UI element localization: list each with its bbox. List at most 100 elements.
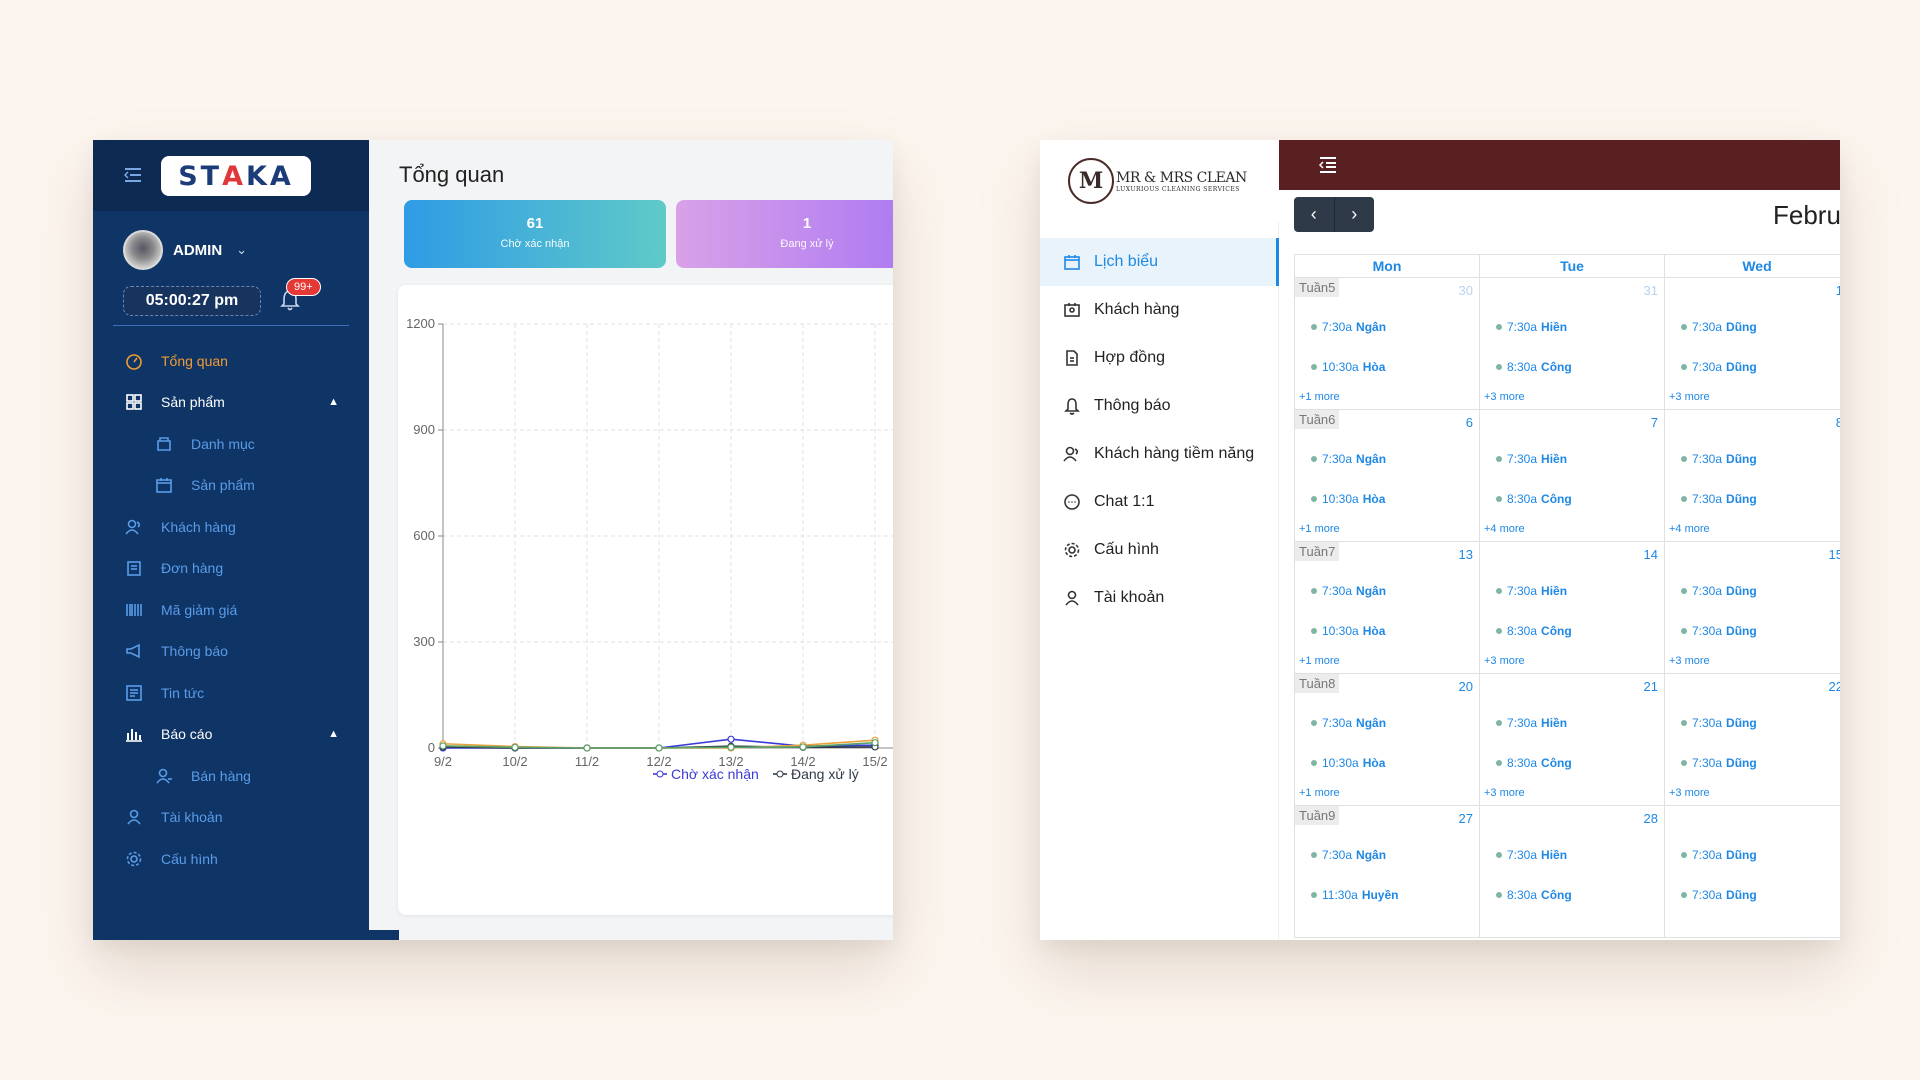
calendar-event[interactable]: 7:30a Ngân <box>1311 848 1386 862</box>
day-cell[interactable]: 7:30a Dũng 7:30a Dũng <box>1664 806 1840 938</box>
stat-card-processing[interactable]: 1 Đang xử lý <box>676 200 893 268</box>
more-events-link[interactable]: +3 more <box>1484 391 1525 403</box>
day-cell[interactable]: 8 7:30a Dũng 7:30a Dũng +4 more <box>1664 410 1840 542</box>
calendar-event[interactable]: 7:30a Dũng <box>1681 888 1757 902</box>
day-cell[interactable]: 15 7:30a Dũng 7:30a Dũng +3 more <box>1664 542 1840 674</box>
more-events-link[interactable]: +3 more <box>1669 787 1710 799</box>
sidebar-item[interactable]: Đơn hàng <box>93 548 369 590</box>
week-row: Tuần7 13 7:30a Ngân 10:30a Hòa +1 more 14 7:30a H… <box>1294 542 1840 674</box>
sidebar-item-label: Báo cáo <box>161 726 213 743</box>
menu-toggle-icon[interactable] <box>123 165 143 185</box>
calendar-event[interactable]: 11:30a Huyền <box>1311 888 1399 902</box>
calendar-event[interactable]: 8:30a Công <box>1496 492 1572 506</box>
sidebar-item-label: Sản phẩm <box>161 394 225 411</box>
more-events-link[interactable]: +1 more <box>1299 655 1340 667</box>
calendar-event[interactable]: 7:30a Ngân <box>1311 320 1386 334</box>
sidebar-item[interactable]: Cấu hình <box>93 838 369 880</box>
calendar-event[interactable]: 7:30a Dũng <box>1681 320 1757 334</box>
sidebar-item[interactable]: Bán hàng <box>93 755 369 797</box>
sidebar-item[interactable]: Lịch biểu <box>1040 238 1279 286</box>
calendar-event[interactable]: 7:30a Dũng <box>1681 360 1757 374</box>
sidebar-item[interactable]: Mã giảm giá <box>93 589 369 631</box>
user-menu[interactable]: ADMIN ⌄ <box>123 230 247 270</box>
calendar-event[interactable]: 8:30a Công <box>1496 360 1572 374</box>
day-cell[interactable]: 31 7:30a Hiền 8:30a Công +3 more <box>1479 278 1664 410</box>
sidebar-item[interactable]: Tài khoản <box>1040 574 1278 622</box>
more-events-link[interactable]: +3 more <box>1669 391 1710 403</box>
day-cell[interactable]: 28 7:30a Hiền 8:30a Công <box>1479 806 1664 938</box>
calendar-event[interactable]: 7:30a Dũng <box>1681 624 1757 638</box>
event-dot <box>1681 852 1687 858</box>
more-events-link[interactable]: +3 more <box>1484 787 1525 799</box>
day-cell[interactable]: Tuần6 6 7:30a Ngân 10:30a Hòa +1 more <box>1294 410 1479 542</box>
sidebar-item[interactable]: Sản phẩm <box>93 465 369 507</box>
sidebar-item[interactable]: Cấu hình <box>1040 526 1278 574</box>
sidebar-item[interactable]: Thông báo <box>1040 382 1278 430</box>
calendar-event[interactable]: 8:30a Công <box>1496 888 1572 902</box>
calendar-event[interactable]: 10:30a Hòa <box>1311 624 1385 638</box>
mr-mrs-clean-logo[interactable]: M MR & MRS CLEAN LUXURIOUS CLEANING SERV… <box>1040 140 1279 222</box>
scrollbar[interactable] <box>369 930 399 940</box>
date-number: 1 <box>1835 283 1840 298</box>
day-cell[interactable]: 14 7:30a Hiền 8:30a Công +3 more <box>1479 542 1664 674</box>
calendar-event[interactable]: 7:30a Dũng <box>1681 756 1757 770</box>
sidebar-item[interactable]: Thông báo <box>93 631 369 673</box>
calendar-icon <box>1062 252 1082 272</box>
next-month-button[interactable]: › <box>1335 197 1375 232</box>
sidebar-item[interactable]: Hợp đồng <box>1040 334 1278 382</box>
calendar-event[interactable]: 7:30a Hiền <box>1496 584 1567 598</box>
megaphone-icon <box>123 640 145 662</box>
calendar-event[interactable]: 7:30a Dũng <box>1681 716 1757 730</box>
sidebar-item[interactable]: Khách hàng <box>93 506 369 548</box>
prev-month-button[interactable]: ‹ <box>1294 197 1335 232</box>
day-cell[interactable]: 21 7:30a Hiền 8:30a Công +3 more <box>1479 674 1664 806</box>
calendar-event[interactable]: 10:30a Hòa <box>1311 360 1385 374</box>
day-cell[interactable]: 7 7:30a Hiền 8:30a Công +4 more <box>1479 410 1664 542</box>
sidebar-item[interactable]: Danh mục <box>93 423 369 465</box>
calendar-event[interactable]: 7:30a Dũng <box>1681 584 1757 598</box>
calendar-event[interactable]: 10:30a Hòa <box>1311 492 1385 506</box>
staka-logo[interactable]: ST A KA <box>161 156 311 196</box>
menu-toggle-icon[interactable] <box>1318 156 1338 174</box>
sidebar-item[interactable]: Sản phẩm ▲ <box>93 382 369 424</box>
day-cell[interactable]: 22 7:30a Dũng 7:30a Dũng +3 more <box>1664 674 1840 806</box>
calendar-event[interactable]: 7:30a Hiền <box>1496 452 1567 466</box>
day-cell[interactable]: Tuần8 20 7:30a Ngân 10:30a Hòa +1 more <box>1294 674 1479 806</box>
calendar-event[interactable]: 7:30a Dũng <box>1681 848 1757 862</box>
stat-card-pending[interactable]: 61 Chờ xác nhận <box>404 200 666 268</box>
calendar-event[interactable]: 7:30a Ngân <box>1311 716 1386 730</box>
day-cell[interactable]: Tuần5 30 7:30a Ngân 10:30a Hòa +1 more <box>1294 278 1479 410</box>
more-events-link[interactable]: +1 more <box>1299 787 1340 799</box>
calendar-event[interactable]: 7:30a Dũng <box>1681 492 1757 506</box>
calendar-event[interactable]: 7:30a Ngân <box>1311 584 1386 598</box>
sidebar-item[interactable]: Chat 1:1 <box>1040 478 1278 526</box>
calendar-event[interactable]: 7:30a Hiền <box>1496 320 1567 334</box>
sidebar-item[interactable]: Báo cáo ▲ <box>93 714 369 756</box>
top-bar <box>1279 140 1840 190</box>
sidebar-item-label: Hợp đồng <box>1094 349 1165 366</box>
day-cell[interactable]: 1 7:30a Dũng 7:30a Dũng +3 more <box>1664 278 1840 410</box>
logo-subtitle: LUXURIOUS CLEANING SERVICES <box>1116 185 1240 193</box>
day-cell[interactable]: Tuần9 27 7:30a Ngân 11:30a Huyền <box>1294 806 1479 938</box>
calendar-event[interactable]: 7:30a Dũng <box>1681 452 1757 466</box>
more-events-link[interactable]: +1 more <box>1299 391 1340 403</box>
sidebar-item[interactable]: Tin tức <box>93 672 369 714</box>
more-events-link[interactable]: +1 more <box>1299 523 1340 535</box>
day-cell[interactable]: Tuần7 13 7:30a Ngân 10:30a Hòa +1 more <box>1294 542 1479 674</box>
more-events-link[interactable]: +4 more <box>1669 523 1710 535</box>
calendar-event[interactable]: 8:30a Công <box>1496 756 1572 770</box>
calendar-event[interactable]: 7:30a Hiền <box>1496 716 1567 730</box>
calendar-event[interactable]: 8:30a Công <box>1496 624 1572 638</box>
sidebar-item[interactable]: Khách hàng <box>1040 286 1278 334</box>
week-label: Tuần6 <box>1295 410 1340 429</box>
calendar-event[interactable]: 10:30a Hòa <box>1311 756 1385 770</box>
sidebar-item[interactable]: Tài khoản <box>93 797 369 839</box>
event-dot <box>1681 496 1687 502</box>
more-events-link[interactable]: +3 more <box>1484 655 1525 667</box>
calendar-event[interactable]: 7:30a Ngân <box>1311 452 1386 466</box>
more-events-link[interactable]: +4 more <box>1484 523 1525 535</box>
calendar-event[interactable]: 7:30a Hiền <box>1496 848 1567 862</box>
more-events-link[interactable]: +3 more <box>1669 655 1710 667</box>
sidebar-item[interactable]: Khách hàng tiềm năng <box>1040 430 1278 478</box>
sidebar-item[interactable]: Tổng quan <box>93 340 369 382</box>
